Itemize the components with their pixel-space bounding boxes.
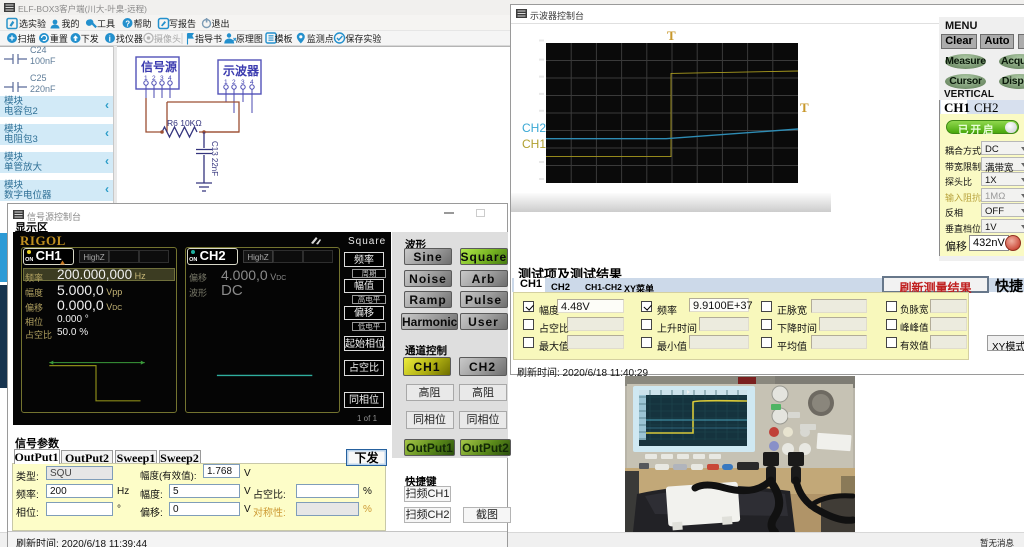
svg-text:我的: 我的 — [62, 18, 80, 29]
svg-text:下发: 下发 — [81, 33, 99, 44]
svg-text:4: 4 — [250, 79, 254, 86]
svg-text:T: T — [667, 31, 676, 43]
svg-text:T: T — [800, 100, 809, 115]
svg-text:摄像头: 摄像头 — [154, 33, 181, 44]
svg-text:4: 4 — [168, 75, 172, 82]
svg-text:3: 3 — [241, 79, 245, 86]
svg-text:写报告: 写报告 — [169, 18, 196, 29]
svg-text:2: 2 — [232, 79, 236, 86]
svg-text:指导书: 指导书 — [195, 33, 222, 44]
svg-text:重置: 重置 — [50, 33, 68, 44]
svg-text:示波器: 示波器 — [222, 63, 260, 78]
svg-text:1: 1 — [144, 75, 148, 82]
svg-text:1: 1 — [224, 79, 228, 86]
svg-text:C13 22nF: C13 22nF — [210, 141, 219, 176]
svg-text:监测点: 监测点 — [307, 33, 334, 44]
svg-text:3: 3 — [160, 75, 164, 82]
svg-text:信号源: 信号源 — [141, 59, 177, 74]
svg-text:退出: 退出 — [212, 18, 230, 29]
svg-text:扫描: 扫描 — [18, 33, 36, 44]
svg-text:CH2: CH2 — [522, 121, 546, 135]
svg-text:选实验: 选实验 — [19, 18, 46, 29]
svg-text:原理图: 原理图 — [236, 34, 263, 44]
svg-text:2: 2 — [152, 75, 156, 82]
svg-text:找仪器: 找仪器 — [116, 33, 143, 44]
svg-text:i: i — [109, 35, 111, 44]
svg-text:?: ? — [125, 20, 130, 29]
svg-text:CH1: CH1 — [522, 137, 546, 151]
svg-text:模板: 模板 — [275, 33, 293, 44]
svg-text:保存实验: 保存实验 — [345, 33, 381, 44]
svg-text:帮助: 帮助 — [134, 18, 152, 29]
svg-text:工具: 工具 — [97, 19, 115, 29]
svg-text:R6 10KΩ: R6 10KΩ — [167, 118, 202, 128]
